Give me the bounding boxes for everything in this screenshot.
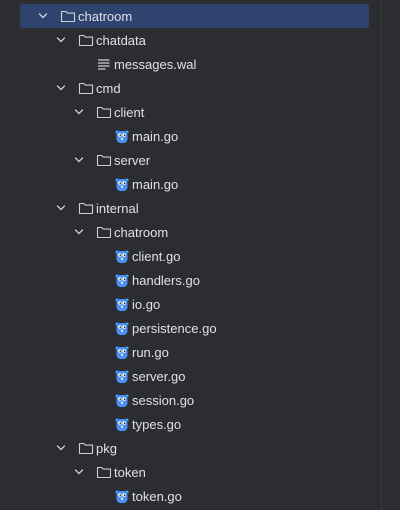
chevron-down-icon[interactable]: [74, 155, 84, 165]
tree-item-label: run.go: [132, 344, 169, 360]
folder-icon: [78, 200, 94, 216]
tree-item-label: chatdata: [96, 32, 146, 48]
tree-folder-item[interactable]: pkg: [0, 436, 380, 460]
folder-icon: [78, 80, 94, 96]
tree-item-label: server.go: [132, 368, 186, 384]
tree-item-label: cmd: [96, 80, 121, 96]
chevron-down-icon[interactable]: [38, 11, 48, 21]
tree-item-label: token: [114, 464, 146, 480]
project-tree: chatroom chatdata messages.wal cmd client mai…: [0, 4, 380, 508]
go-file-icon: [114, 128, 130, 144]
folder-icon: [78, 440, 94, 456]
tree-file-item[interactable]: session.go: [0, 388, 380, 412]
folder-icon: [78, 32, 94, 48]
chevron-down-icon[interactable]: [56, 83, 66, 93]
tree-file-item[interactable]: handlers.go: [0, 268, 380, 292]
tree-file-item[interactable]: run.go: [0, 340, 380, 364]
tree-folder-item[interactable]: client: [0, 100, 380, 124]
tree-item-label: token.go: [132, 488, 182, 504]
tree-folder-item[interactable]: cmd: [0, 76, 380, 100]
folder-icon: [96, 224, 112, 240]
folder-icon: [96, 152, 112, 168]
go-file-icon: [114, 416, 130, 432]
go-file-icon: [114, 344, 130, 360]
tree-item-label: persistence.go: [132, 320, 217, 336]
go-file-icon: [114, 320, 130, 336]
tree-folder-item[interactable]: chatroom: [0, 220, 380, 244]
folder-icon: [60, 8, 76, 24]
tree-folder-item[interactable]: token: [0, 460, 380, 484]
tree-file-item[interactable]: token.go: [0, 484, 380, 508]
tree-item-label: io.go: [132, 296, 161, 312]
tree-file-item[interactable]: io.go: [0, 292, 380, 316]
tree-file-item[interactable]: persistence.go: [0, 316, 380, 340]
go-file-icon: [114, 176, 130, 192]
tree-item-label: server: [114, 152, 151, 168]
chevron-down-icon[interactable]: [56, 443, 66, 453]
go-file-icon: [114, 368, 130, 384]
tree-file-item[interactable]: main.go: [0, 172, 380, 196]
go-file-icon: [114, 392, 130, 408]
tree-folder-item[interactable]: internal: [0, 196, 380, 220]
folder-icon: [96, 104, 112, 120]
go-file-icon: [114, 488, 130, 504]
tree-item-label: client.go: [132, 248, 181, 264]
chevron-down-icon[interactable]: [56, 203, 66, 213]
tree-item-label: handlers.go: [132, 272, 200, 288]
tree-item-label: session.go: [132, 392, 195, 408]
tree-folder-item[interactable]: chatroom: [20, 4, 369, 28]
go-file-icon: [114, 296, 130, 312]
tree-file-item[interactable]: types.go: [0, 412, 380, 436]
chevron-down-icon[interactable]: [56, 35, 66, 45]
folder-icon: [96, 464, 112, 480]
tree-item-label: main.go: [132, 176, 179, 192]
go-file-icon: [114, 248, 130, 264]
tree-file-item[interactable]: server.go: [0, 364, 380, 388]
chevron-down-icon[interactable]: [74, 227, 84, 237]
tree-item-label: internal: [96, 200, 139, 216]
tree-file-item[interactable]: messages.wal: [0, 52, 380, 76]
tree-item-label: types.go: [132, 416, 182, 432]
tree-file-item[interactable]: client.go: [0, 244, 380, 268]
scrollbar[interactable]: [381, 0, 400, 510]
text-file-icon: [96, 56, 112, 72]
tree-item-label: main.go: [132, 128, 179, 144]
project-tree-panel: chatroom chatdata messages.wal cmd client mai…: [0, 0, 400, 510]
tree-folder-item[interactable]: server: [0, 148, 380, 172]
chevron-down-icon[interactable]: [74, 467, 84, 477]
tree-item-label: pkg: [96, 440, 117, 456]
go-file-icon: [114, 272, 130, 288]
tree-item-label: messages.wal: [114, 56, 197, 72]
tree-folder-item[interactable]: chatdata: [0, 28, 380, 52]
tree-item-label: chatroom: [78, 8, 133, 24]
tree-file-item[interactable]: main.go: [0, 124, 380, 148]
chevron-down-icon[interactable]: [74, 107, 84, 117]
tree-item-label: client: [114, 104, 145, 120]
tree-item-label: chatroom: [114, 224, 169, 240]
